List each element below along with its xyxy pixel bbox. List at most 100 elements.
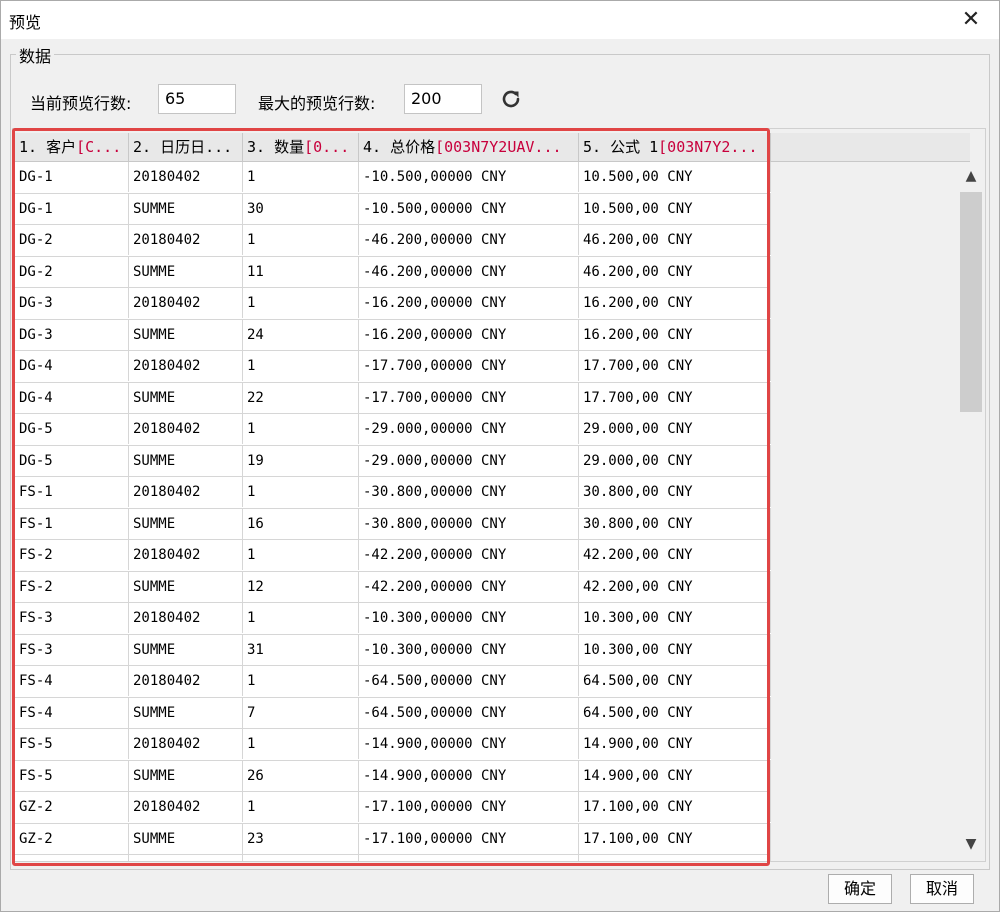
table-cell[interactable]: -10.500,00000 CNY — [359, 162, 579, 192]
table-cell[interactable]: 1 — [243, 729, 359, 759]
table-cell[interactable]: FS-2 — [15, 571, 129, 602]
table-cell[interactable]: 42.200,00 CNY — [579, 540, 771, 570]
table-cell[interactable]: 20180402 — [129, 603, 243, 633]
table-cell[interactable]: 20180402 — [129, 540, 243, 570]
table-cell[interactable]: 24 — [243, 319, 359, 350]
table-cell[interactable]: -10.300,00000 CNY — [359, 634, 579, 665]
table-row[interactable]: FS-1 SUMME 16 -30.800,00000 CNY 30.800,00 CN… — [15, 508, 771, 540]
table-cell[interactable]: DG-3 — [15, 319, 129, 350]
table-cell[interactable]: 17.700,00 CNY — [579, 351, 771, 381]
table-cell[interactable]: FS-1 — [15, 508, 129, 539]
table-row[interactable]: FS-4 20180402 1 -64.500,00000 CNY 64.500,00 … — [15, 666, 771, 698]
table-cell[interactable]: SUMME — [129, 382, 243, 413]
table-cell[interactable]: 17.100,00 CNY — [579, 792, 771, 822]
table-cell[interactable]: 1 — [243, 477, 359, 507]
table-row[interactable]: GZ-2 20180402 1 -17.100,00000 CNY 17.100,00 … — [15, 792, 771, 824]
table-cell[interactable]: -17.700,00000 CNY — [359, 382, 579, 413]
table-cell[interactable]: 42.200,00 CNY — [579, 571, 771, 602]
table-row[interactable]: DG-4 SUMME 22 -17.700,00000 CNY 17.700,00 CN… — [15, 382, 771, 414]
table-cell[interactable]: -30.800,00000 CNY — [359, 477, 579, 507]
table-cell[interactable]: -17.100,00000 CNY — [359, 823, 579, 854]
table-cell[interactable]: 1 — [243, 414, 359, 444]
table-cell[interactable]: -10.300,00000 CNY — [359, 603, 579, 633]
table-cell[interactable]: SUMME — [129, 256, 243, 287]
table-cell[interactable]: 20180402 — [129, 855, 243, 861]
table-cell[interactable]: -10.500,00000 CNY — [359, 193, 579, 224]
table-cell[interactable]: -17.700,00000 CNY — [359, 351, 579, 381]
table-cell[interactable]: 29.000,00 CNY — [579, 445, 771, 476]
table-cell[interactable]: 30 — [243, 193, 359, 224]
table-cell[interactable]: -16.200,00000 CNY — [359, 288, 579, 318]
table-cell[interactable]: 19 — [243, 445, 359, 476]
table-cell[interactable]: -30.800,00000 CNY — [359, 508, 579, 539]
max-rows-input[interactable]: 200 — [404, 84, 482, 114]
table-cell[interactable]: DG-5 — [15, 445, 129, 476]
table-row[interactable]: FS-3 20180402 1 -10.300,00000 CNY 10.300,00 … — [15, 603, 771, 635]
table-cell[interactable]: -29.000,00000 CNY — [359, 414, 579, 444]
table-cell[interactable]: FS-5 — [15, 729, 129, 759]
table-cell[interactable]: 1 — [243, 288, 359, 318]
table-cell[interactable]: FS-4 — [15, 697, 129, 728]
table-cell[interactable]: 1 — [243, 855, 359, 861]
table-cell[interactable]: SUMME — [129, 760, 243, 791]
table-cell[interactable]: -14.900,00000 CNY — [359, 729, 579, 759]
table-cell[interactable]: 14.900,00 CNY — [579, 729, 771, 759]
table-cell[interactable]: 17.100,00 CNY — [579, 823, 771, 854]
table-row[interactable]: DG-2 20180402 1 -46.200,00000 CNY 46.200,00 … — [15, 225, 771, 257]
table-cell[interactable]: FS-5 — [15, 760, 129, 791]
cancel-button[interactable]: 取消 — [910, 874, 974, 904]
table-cell[interactable]: 26 — [243, 760, 359, 791]
table-cell[interactable]: FS-3 — [15, 634, 129, 665]
table-cell[interactable]: FS-2 — [15, 540, 129, 570]
table-cell[interactable]: -17.100,00000 CNY — [359, 792, 579, 822]
table-cell[interactable]: -42.200,00000 CNY — [359, 571, 579, 602]
table-cell[interactable]: 10.500,00 CNY — [579, 193, 771, 224]
table-row[interactable]: FS-2 SUMME 12 -42.200,00000 CNY 42.200,00 CN… — [15, 571, 771, 603]
table-row[interactable]: DG-5 SUMME 19 -29.000,00000 CNY 29.000,00 CN… — [15, 445, 771, 477]
table-row[interactable]: FS-4 SUMME 7 -64.500,00000 CNY 64.500,00 CNY — [15, 697, 771, 729]
table-cell[interactable]: 20180402 — [129, 414, 243, 444]
table-cell[interactable]: 20180402 — [129, 351, 243, 381]
close-icon[interactable]: ✕ — [957, 6, 985, 34]
table-cell[interactable]: -64.500,00000 CNY — [359, 666, 579, 696]
table-cell[interactable]: -29.000,00000 CNY — [359, 445, 579, 476]
table-cell[interactable]: 30.800,00 CNY — [579, 508, 771, 539]
table-cell[interactable]: FS-1 — [15, 477, 129, 507]
table-cell[interactable]: 46.200,00 CNY — [579, 225, 771, 255]
table-cell[interactable]: SUMME — [129, 634, 243, 665]
table-cell[interactable]: 7 — [243, 697, 359, 728]
table-cell[interactable]: 20180402 — [129, 162, 243, 192]
table-cell[interactable]: DG-3 — [15, 288, 129, 318]
table-row[interactable]: DG-3 20180402 1 -16.200,00000 CNY 16.200,00 … — [15, 288, 771, 320]
table-cell[interactable]: DG-1 — [15, 162, 129, 192]
table-cell[interactable]: GZ-2 — [15, 823, 129, 854]
table-cell[interactable]: -16.200,00000 CNY — [359, 319, 579, 350]
refresh-icon[interactable] — [498, 86, 524, 112]
table-cell[interactable]: 16.200,00 CNY — [579, 288, 771, 318]
table-cell[interactable]: 10.300,00 CNY — [579, 603, 771, 633]
table-cell[interactable]: 31 — [243, 634, 359, 665]
current-rows-input[interactable]: 65 — [158, 84, 236, 114]
table-cell[interactable]: 64.500,00 CNY — [579, 666, 771, 696]
table-cell[interactable]: 20180402 — [129, 729, 243, 759]
table-cell[interactable]: -42.200,00000 CNY — [359, 540, 579, 570]
column-header-3[interactable]: 3. 数量[0... — [243, 133, 359, 161]
table-cell[interactable]: FS-3 — [15, 603, 129, 633]
table-row[interactable]: FS-2 20180402 1 -42.200,00000 CNY 42.200,00 … — [15, 540, 771, 572]
table-cell[interactable]: -46.200,00000 CNY — [359, 256, 579, 287]
table-cell[interactable]: -34.500,00000 CNY — [359, 855, 579, 861]
table-cell[interactable]: DG-4 — [15, 351, 129, 381]
table-cell[interactable]: DG-4 — [15, 382, 129, 413]
table-cell[interactable]: 23 — [243, 823, 359, 854]
table-cell[interactable]: -46.200,00000 CNY — [359, 225, 579, 255]
scroll-down-icon[interactable]: ▼ — [957, 830, 985, 858]
table-row[interactable]: DG-4 20180402 1 -17.700,00000 CNY 17.700,00 … — [15, 351, 771, 383]
table-cell[interactable]: SUMME — [129, 319, 243, 350]
table-cell[interactable]: 46.200,00 CNY — [579, 256, 771, 287]
table-cell[interactable]: 20180402 — [129, 792, 243, 822]
scroll-up-icon[interactable]: ▲ — [957, 162, 985, 190]
table-cell[interactable]: DG-5 — [15, 414, 129, 444]
table-cell[interactable]: 17.700,00 CNY — [579, 382, 771, 413]
table-cell[interactable]: SUMME — [129, 508, 243, 539]
vertical-scrollbar[interactable]: ▲ ▼ — [957, 162, 985, 858]
